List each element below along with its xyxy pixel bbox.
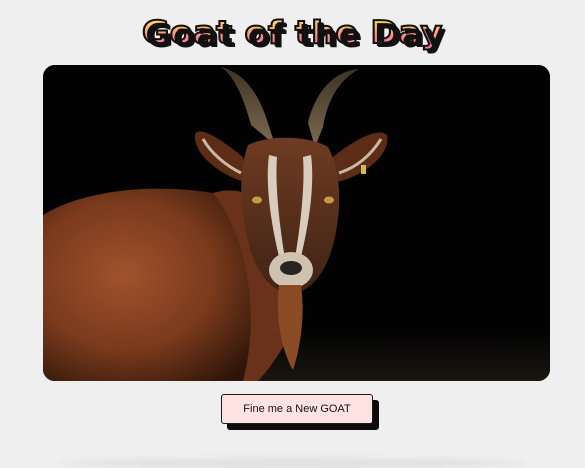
goat-photo xyxy=(43,65,550,381)
new-goat-button[interactable]: Fine me a New GOAT xyxy=(221,394,373,424)
new-goat-button-wrapper: Fine me a New GOAT xyxy=(221,394,379,430)
page-title: Goat of the Day xyxy=(141,14,443,52)
title-container: Goat of the Day xyxy=(0,14,585,52)
goat-image xyxy=(43,65,550,381)
